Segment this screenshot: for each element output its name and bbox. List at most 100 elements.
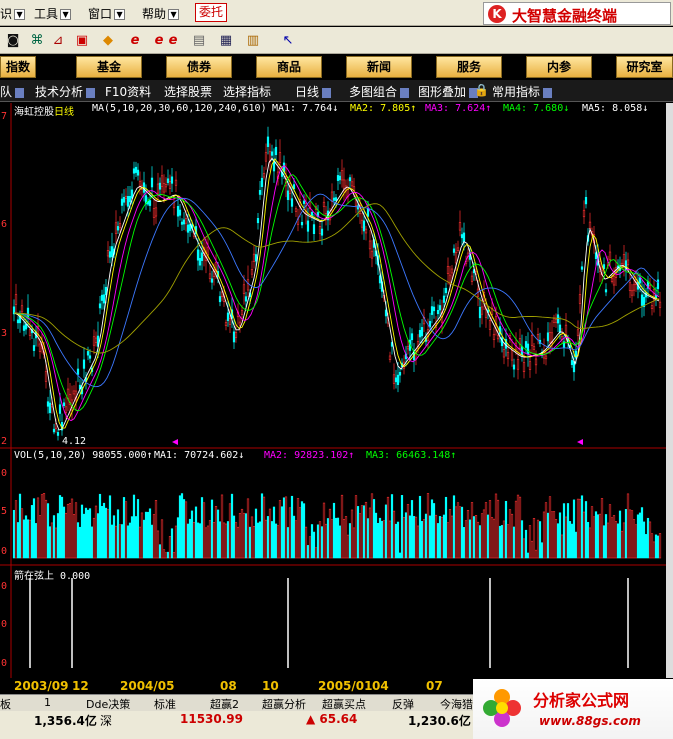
- menu-bar: 识 ▼ 工具 ▼ 窗口 ▼ 帮助 ▼ 委托 K 大智慧金融终端: [0, 0, 673, 26]
- nav-insider[interactable]: 内参: [526, 56, 592, 78]
- price-tick: 2: [1, 436, 8, 447]
- menu-item-window[interactable]: 窗口 ▼: [88, 5, 126, 22]
- sub-queue[interactable]: 队: [0, 83, 25, 100]
- price-tick: 6: [1, 219, 8, 230]
- sub-common-indicator[interactable]: 常用指标: [492, 83, 553, 100]
- tab-rebound[interactable]: 反弹: [392, 696, 414, 712]
- candle-body: [56, 432, 60, 436]
- tab-standard[interactable]: 标准: [154, 696, 176, 712]
- sub-select-stock[interactable]: 选择股票: [164, 83, 212, 100]
- volume-bar: [218, 521, 222, 559]
- ie-icon[interactable]: e: [125, 31, 145, 50]
- volume-bar: [22, 519, 26, 559]
- volume-bar: [246, 498, 250, 559]
- ma3-readout: MA3: 7.624↑: [425, 103, 491, 114]
- diamond-icon[interactable]: ◆: [98, 31, 118, 50]
- tab-chaoying-analysis[interactable]: 超赢分析: [262, 696, 306, 712]
- volume-bar: [442, 514, 446, 559]
- lock-icon[interactable]: 🔒: [474, 83, 489, 97]
- volume-bar: [188, 518, 192, 559]
- volume-bar: [460, 506, 464, 559]
- nav-fund[interactable]: 基金: [76, 56, 142, 78]
- sub-select-indicator[interactable]: 选择指标: [223, 83, 271, 100]
- volume-bar: [244, 513, 248, 559]
- volume-bar: [370, 493, 374, 559]
- volume-bar: [52, 515, 56, 559]
- candle-body: [162, 183, 166, 193]
- sub-tech-analysis[interactable]: 技术分析: [35, 83, 96, 100]
- volume-bar: [424, 513, 428, 559]
- volume-bar: [444, 496, 448, 559]
- candle-body: [394, 377, 398, 383]
- sub-multi-chart[interactable]: 多图组合: [349, 83, 410, 100]
- candle-body: [226, 312, 230, 321]
- kline-chart[interactable]: 海虹控股日线 MA(5,10,20,30,60,120,240,610) MA1…: [0, 103, 666, 678]
- volume-bar: [552, 511, 556, 559]
- tab-board[interactable]: 板: [0, 696, 11, 712]
- window-icon[interactable]: ▦: [216, 31, 236, 50]
- tab-chaoying2[interactable]: 超赢2: [210, 696, 239, 712]
- candle-body: [442, 295, 446, 303]
- stock-icon[interactable]: ▣: [72, 31, 92, 50]
- sub-period[interactable]: 日线: [295, 83, 332, 100]
- vertical-scrollbar[interactable]: [666, 103, 673, 678]
- copy-icon[interactable]: ▤: [189, 31, 209, 50]
- candle-body: [356, 205, 360, 210]
- volume-bar: [358, 513, 362, 559]
- nav-research[interactable]: 研究室: [616, 56, 673, 78]
- candle-body: [174, 179, 178, 186]
- volume-bar: [434, 514, 438, 559]
- volume-bar: [92, 517, 96, 559]
- volume-bar: [186, 523, 190, 559]
- brand-banner[interactable]: K 大智慧金融终端: [483, 2, 671, 25]
- candle-body: [94, 337, 98, 343]
- tag-icon[interactable]: ⊿: [48, 31, 68, 50]
- volume-bar: [494, 493, 498, 559]
- sub-f10[interactable]: F10资料: [105, 83, 151, 100]
- volume-bar: [296, 498, 300, 559]
- nav-commodity[interactable]: 商品: [256, 56, 322, 78]
- dropdown-icon: [543, 87, 553, 98]
- tab-1[interactable]: 1: [44, 696, 51, 709]
- volume-bar: [652, 541, 656, 559]
- candle-body: [512, 364, 516, 370]
- sub-label: 图形叠加: [418, 85, 467, 99]
- volume-bar: [374, 512, 378, 559]
- entrust-button[interactable]: 委托: [195, 3, 227, 22]
- menu-item-0[interactable]: 识 ▼: [0, 5, 26, 22]
- sh-amount: 1,356.4亿: [34, 714, 97, 728]
- volume-bar: [282, 497, 286, 559]
- price-tick: 7: [1, 111, 8, 122]
- binoculars-icon[interactable]: ◙: [3, 31, 23, 50]
- candle-body: [432, 306, 436, 312]
- candle-body: [348, 177, 352, 182]
- candle-body: [118, 223, 122, 229]
- volume-bar: [54, 527, 58, 559]
- sub-overlay[interactable]: 图形叠加: [418, 83, 479, 100]
- candle-body: [332, 197, 336, 201]
- candle-body: [630, 290, 634, 296]
- candle-body: [52, 428, 56, 433]
- menu-item-help[interactable]: 帮助 ▼: [142, 5, 180, 22]
- menu-item-tools[interactable]: 工具 ▼: [34, 5, 72, 22]
- volume-bar: [376, 522, 380, 559]
- chart-canvas[interactable]: [0, 103, 666, 678]
- volume-bar: [438, 516, 442, 559]
- ie-icon[interactable]: e: [163, 31, 183, 50]
- tab-hunter[interactable]: 今海猎: [440, 696, 473, 712]
- nav-bond[interactable]: 债券: [166, 56, 232, 78]
- vol-title: VOL(5,10,20) 98055.000↑: [14, 450, 153, 461]
- tab-dde[interactable]: Dde决策: [86, 696, 130, 712]
- network-icon[interactable]: ⌘: [27, 31, 47, 50]
- nav-news[interactable]: 新闻: [346, 56, 412, 78]
- candle-body: [622, 254, 626, 265]
- bars-icon[interactable]: ▥: [243, 31, 263, 50]
- pointer-help-icon[interactable]: ↖: [278, 31, 298, 50]
- nav-service[interactable]: 服务: [436, 56, 502, 78]
- volume-bar: [168, 536, 172, 559]
- nav-index[interactable]: 指数: [0, 56, 36, 78]
- volume-bar: [386, 496, 390, 559]
- ma1-label: MA1:: [272, 103, 297, 114]
- volume-bar: [90, 526, 94, 559]
- tab-chaoying-buy[interactable]: 超赢买点: [322, 696, 366, 712]
